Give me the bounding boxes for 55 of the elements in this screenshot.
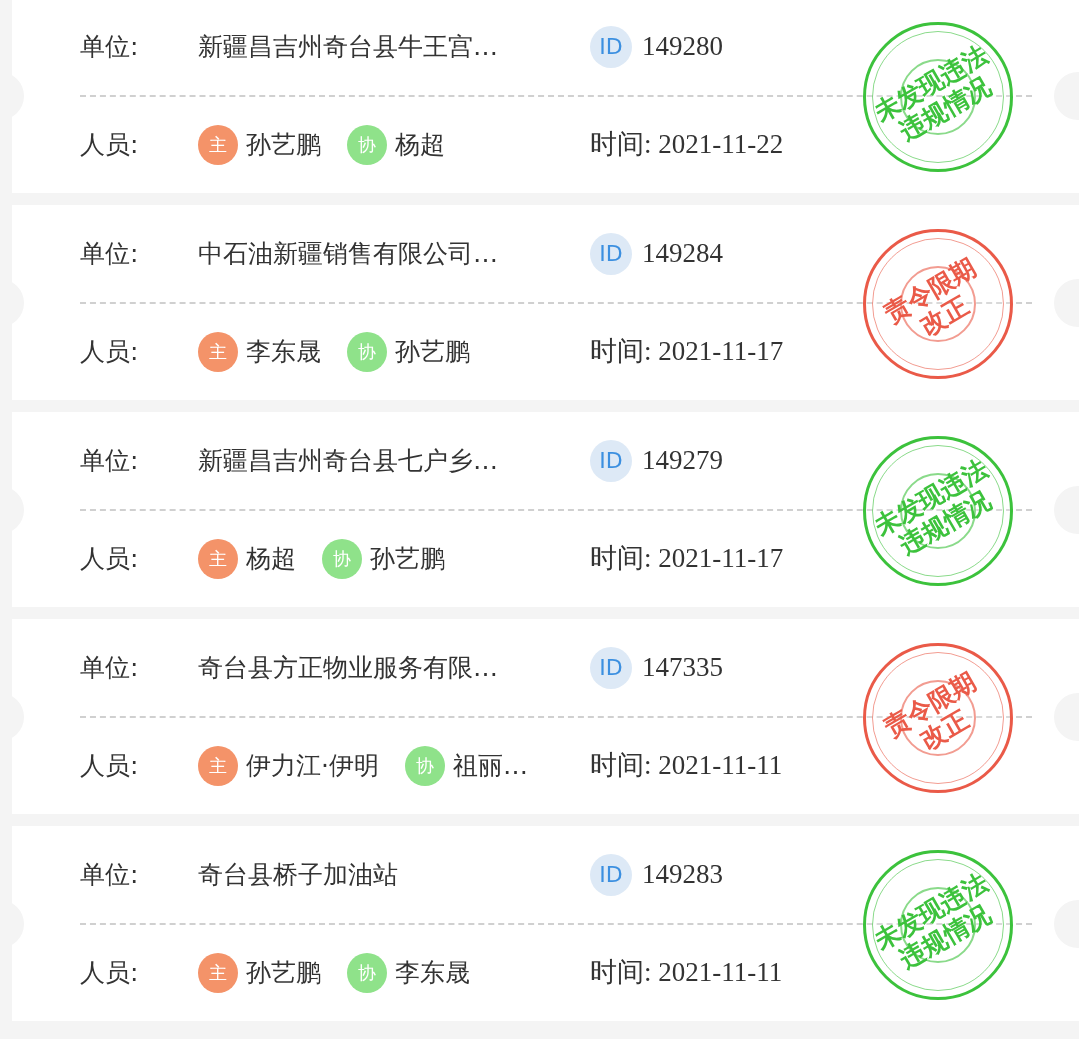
staff-label: 人员: [80,749,140,782]
role-badge: 协 [322,538,362,579]
result-stamp: 责令限期 改正 [863,643,1013,793]
role-badge: 协 [347,124,387,165]
person-name: 杨超 [395,128,445,161]
person-name: 李东晟 [246,335,321,368]
inspection-time: 时间: 2021-11-11 [590,956,783,990]
unit-label: 单位: [80,651,140,684]
person-name: 孙艺鹏 [395,335,470,368]
id-badge: ID [590,25,632,68]
record-id: 149279 [642,444,723,478]
person-name: 杨超 [246,542,296,575]
unit-label: 单位: [80,30,140,63]
id-badge: ID [590,853,632,896]
role-badge: 主 [198,331,238,372]
person-name: 李东晟 [395,956,470,989]
person-name: 孙艺鹏 [246,956,321,989]
role-badge: 主 [198,538,238,579]
inspection-time: 时间: 2021-11-17 [590,335,784,369]
staff-label: 人员: [80,542,140,575]
record-id: 149283 [642,858,723,892]
unit-label: 单位: [80,858,140,891]
staff-label: 人员: [80,956,140,989]
id-badge: ID [590,646,632,689]
result-stamp: 未发现违法 违规情况 [863,436,1013,586]
id-badge: ID [590,439,632,482]
person-name: 伊力江·伊明 [246,749,379,782]
id-badge: ID [590,232,632,275]
unit-label: 单位: [80,237,140,270]
role-badge: 主 [198,745,238,786]
person-name: 祖丽… [452,749,528,782]
staff-label: 人员: [80,128,140,161]
inspection-time: 时间: 2021-11-17 [590,542,784,576]
unit-name: 新疆昌吉州奇台县七户乡… [198,444,498,477]
unit-name: 奇台县方正物业服务有限… [198,651,498,684]
result-stamp: 未发现违法 违规情况 [863,22,1013,172]
role-badge: 主 [198,952,238,993]
person-name: 孙艺鹏 [246,128,321,161]
unit-name: 新疆昌吉州奇台县牛王宫… [198,30,498,63]
record-id: 149284 [642,237,723,271]
record-id: 149280 [642,30,723,64]
unit-name: 奇台县桥子加油站 [198,858,398,891]
role-badge: 协 [404,745,445,786]
result-stamp: 未发现违法 违规情况 [863,850,1013,1000]
role-badge: 协 [347,331,387,372]
unit-name: 中石油新疆销售有限公司… [198,237,498,270]
staff-label: 人员: [80,335,140,368]
role-badge: 主 [198,124,238,165]
inspection-time: 时间: 2021-11-11 [590,749,783,783]
record-id: 147335 [642,651,723,685]
result-stamp: 责令限期 改正 [863,229,1013,379]
unit-label: 单位: [80,444,140,477]
person-name: 孙艺鹏 [370,542,445,575]
inspection-time: 时间: 2021-11-22 [590,128,784,162]
role-badge: 协 [347,952,387,993]
